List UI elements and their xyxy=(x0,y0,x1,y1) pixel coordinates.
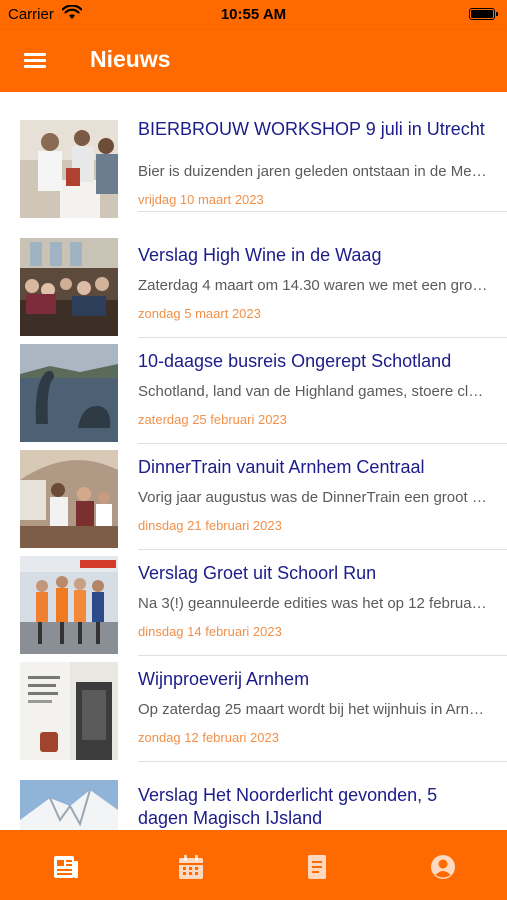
article-title[interactable]: DinnerTrain vanuit Arnhem Centraal xyxy=(138,456,488,479)
article-excerpt: Op zaterdag 25 maart wordt bij het wijnh… xyxy=(138,701,488,718)
article-date: zondag 12 februari 2023 xyxy=(138,730,279,745)
article-thumbnail xyxy=(20,780,118,830)
article-title[interactable]: Wijnproeverij Arnhem xyxy=(138,668,488,691)
calendar-icon[interactable] xyxy=(176,852,206,882)
article-thumbnail xyxy=(20,120,118,218)
article-excerpt: Zaterdag 4 maart om 14.30 waren we met e… xyxy=(138,277,488,294)
article-thumbnail xyxy=(20,662,118,760)
tab-bar xyxy=(0,830,507,900)
battery-icon xyxy=(469,8,498,20)
article-excerpt: Na 3(!) geannuleerde edities was het op … xyxy=(138,595,488,612)
article-title[interactable]: Verslag High Wine in de Waag xyxy=(138,244,488,267)
news-item[interactable]: Verslag Het Noorderlicht gevonden, 5 dag… xyxy=(0,762,507,830)
news-item[interactable]: BIERBROUW WORKSHOP 9 juli in Utrecht Bie… xyxy=(0,106,507,218)
newspaper-icon[interactable] xyxy=(50,852,80,882)
article-excerpt: Vorig jaar augustus was de DinnerTrain e… xyxy=(138,489,488,506)
article-date: zaterdag 25 februari 2023 xyxy=(138,412,287,427)
article-thumbnail xyxy=(20,344,118,442)
divider xyxy=(138,211,507,212)
navigation-bar: Nieuws xyxy=(0,30,507,92)
article-title[interactable]: Verslag Het Noorderlicht gevonden, 5 dag… xyxy=(138,784,488,830)
news-list[interactable]: BIERBROUW WORKSHOP 9 juli in Utrecht Bie… xyxy=(0,92,507,830)
article-title[interactable]: BIERBROUW WORKSHOP 9 juli in Utrecht xyxy=(138,118,488,141)
article-title[interactable]: 10-daagse busreis Ongerept Schotland xyxy=(138,350,488,373)
news-item[interactable]: Verslag High Wine in de Waag Zaterdag 4 … xyxy=(0,232,507,338)
article-date: vrijdag 10 maart 2023 xyxy=(138,192,264,207)
article-date: zondag 5 maart 2023 xyxy=(138,306,261,321)
clock: 10:55 AM xyxy=(220,6,287,23)
news-item[interactable]: DinnerTrain vanuit Arnhem Centraal Vorig… xyxy=(0,444,507,550)
status-bar: Carrier 10:55 AM xyxy=(0,0,507,30)
user-icon[interactable] xyxy=(428,852,458,882)
article-date: dinsdag 14 februari 2023 xyxy=(138,624,282,639)
news-item[interactable]: 10-daagse busreis Ongerept Schotland Sch… xyxy=(0,338,507,444)
article-thumbnail xyxy=(20,238,118,336)
article-title[interactable]: Verslag Groet uit Schoorl Run xyxy=(138,562,488,585)
document-icon[interactable] xyxy=(302,852,332,882)
news-item[interactable]: Wijnproeverij Arnhem Op zaterdag 25 maar… xyxy=(0,656,507,762)
article-date: dinsdag 21 februari 2023 xyxy=(138,518,282,533)
article-excerpt: Schotland, land van de Highland games, s… xyxy=(138,383,488,400)
article-excerpt: Bier is duizenden jaren geleden ontstaan… xyxy=(138,163,488,180)
article-thumbnail xyxy=(20,556,118,654)
hamburger-menu-icon[interactable] xyxy=(18,48,52,74)
article-thumbnail xyxy=(20,450,118,548)
news-item[interactable]: Verslag Groet uit Schoorl Run Na 3(!) ge… xyxy=(0,550,507,656)
page-title: Nieuws xyxy=(90,46,171,72)
